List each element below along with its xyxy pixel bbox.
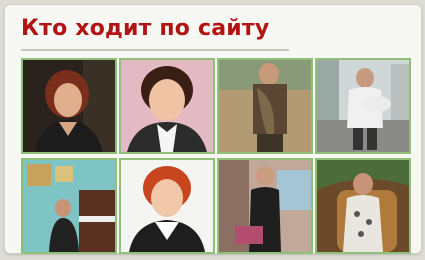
avatar-photo: [121, 160, 213, 252]
avatar-photo: [23, 60, 115, 152]
avatar-photo: [219, 60, 311, 152]
avatar-tile[interactable]: [217, 58, 313, 154]
avatar-grid: [21, 58, 413, 254]
avatar-tile[interactable]: [21, 58, 117, 154]
avatar-photo: [317, 60, 409, 152]
avatar-tile[interactable]: [119, 58, 215, 154]
avatar-tile[interactable]: [315, 58, 411, 154]
avatar-photo: [121, 60, 213, 152]
avatar-tile[interactable]: [315, 158, 411, 254]
widget-title: Кто ходит по сайту: [21, 16, 270, 41]
avatar-tile[interactable]: [21, 158, 117, 254]
avatar-photo: [219, 160, 311, 252]
avatar-photo: [23, 160, 115, 252]
avatar-photo: [317, 160, 409, 252]
avatar-tile[interactable]: [119, 158, 215, 254]
avatar-tile[interactable]: [217, 158, 313, 254]
visitors-widget: Кто ходит по сайту: [4, 4, 422, 254]
title-divider: [21, 49, 289, 51]
